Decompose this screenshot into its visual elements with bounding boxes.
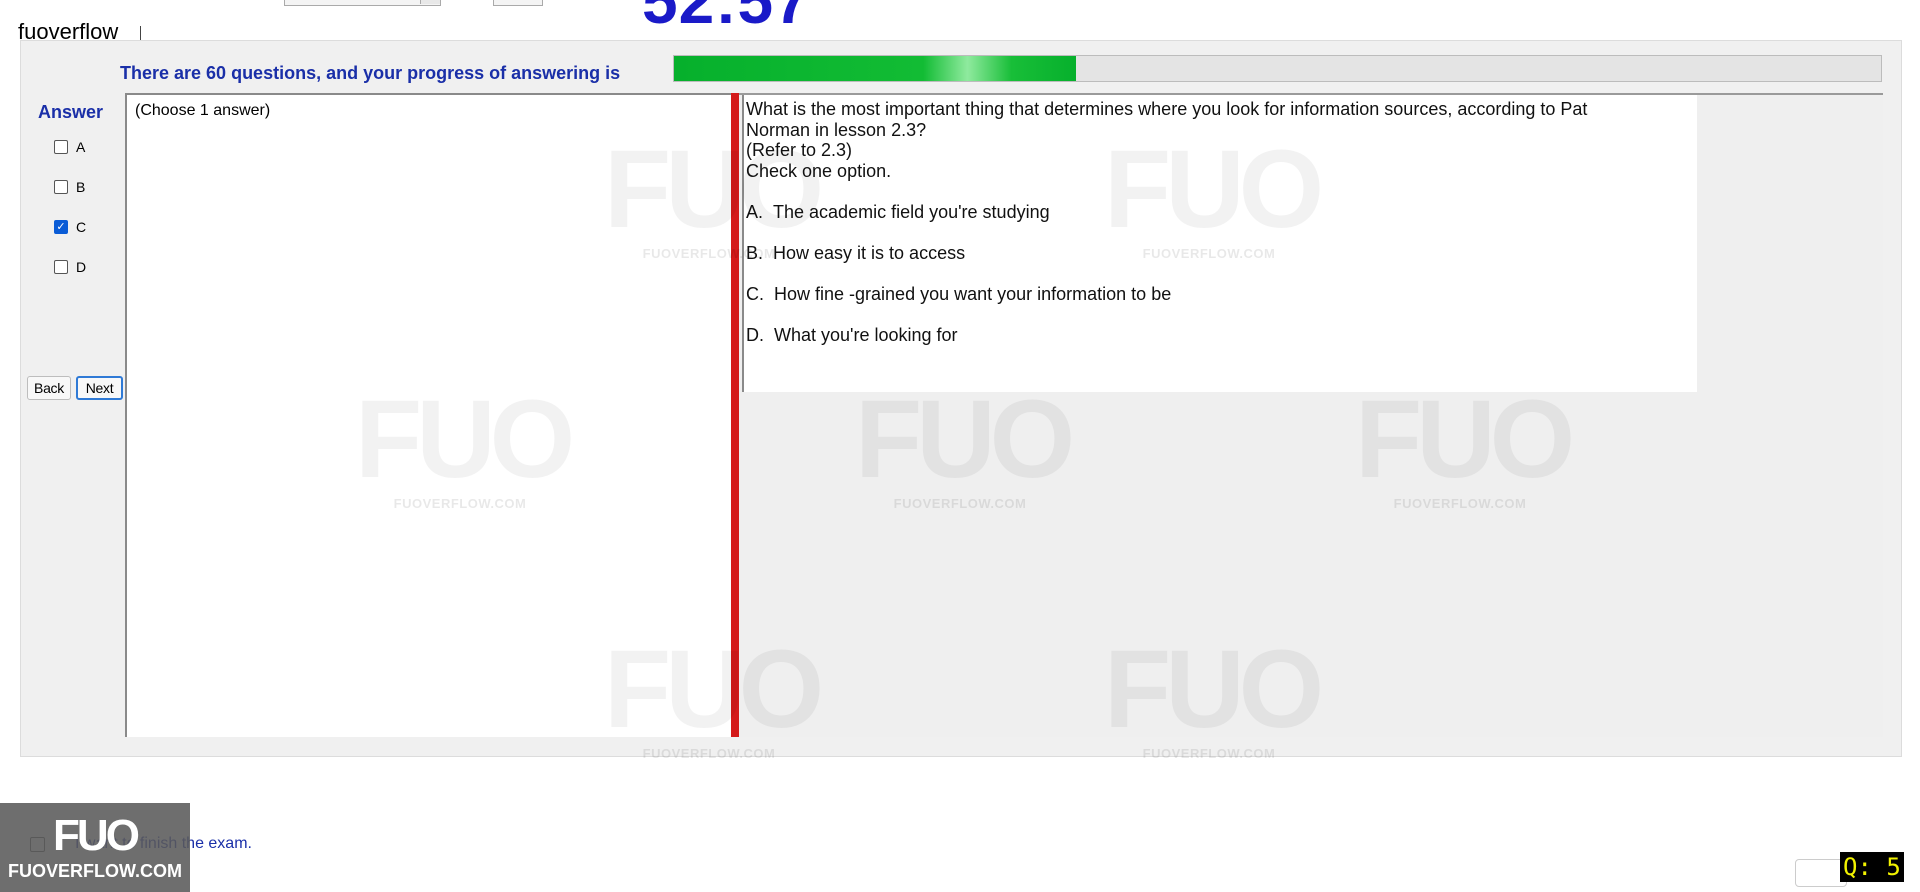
secondary-field[interactable]	[493, 0, 543, 6]
answer-option-label: B	[76, 179, 86, 195]
question-option-letter: A.	[746, 202, 764, 222]
watermark-logo: FUO	[1355, 378, 1575, 501]
answer-option-c[interactable]: ✓ C	[54, 219, 86, 235]
progress-label: There are 60 questions, and your progres…	[120, 63, 621, 83]
watermark: FUO FUOVERFLOW.COM	[855, 378, 1075, 512]
question-option-letter: C.	[746, 284, 764, 304]
question-line: Norman in lesson 2.3?	[746, 119, 927, 140]
answer-option-a[interactable]: A	[54, 139, 85, 155]
question-option-letter: D.	[746, 325, 764, 345]
question-line: What is the most important thing that de…	[746, 99, 1588, 119]
question-option-b: B. How easy it is to access	[746, 243, 965, 264]
watermark: FUO FUOVERFLOW.COM	[1104, 628, 1324, 762]
top-strip: 52:57	[0, 0, 1920, 40]
progress-bar	[673, 55, 1882, 82]
next-button[interactable]: Next	[76, 376, 123, 400]
answer-option-label: A	[76, 139, 86, 155]
watermark: FUO FUOVERFLOW.COM	[355, 378, 575, 512]
checkbox-icon[interactable]	[54, 260, 68, 274]
question-option-a: A. The academic field you're studying	[746, 202, 1050, 223]
checkbox-icon[interactable]	[54, 180, 68, 194]
exam-code-dropdown-button[interactable]	[420, 0, 440, 4]
back-button[interactable]: Back	[27, 376, 71, 400]
watermark-logo: FUO	[604, 628, 824, 751]
watermark: FUO FUOVERFLOW.COM	[1355, 378, 1575, 512]
question-text: What is the most important thing that de…	[746, 99, 1646, 181]
question-option-c: C. How fine -grained you want your inform…	[746, 284, 1171, 305]
exam-code-field[interactable]	[284, 0, 441, 6]
watermark-logo: FUO	[1104, 628, 1324, 751]
question-option-d: D. What you're looking for	[746, 325, 958, 346]
answer-option-label: C	[76, 219, 87, 235]
answer-option-d[interactable]: D	[54, 259, 86, 275]
question-line: (Refer to 2.3)	[746, 140, 853, 160]
answer-option-label: D	[76, 259, 87, 275]
question-option-text: How fine -grained you want your informat…	[774, 284, 1172, 304]
question-option-text: The academic field you're studying	[773, 202, 1050, 222]
choose-instruction: (Choose 1 answer)	[135, 102, 271, 119]
logo-mark: FUO	[53, 811, 140, 860]
fuoverflow-logo: FUO FUOVERFLOW.COM	[0, 803, 190, 892]
question-option-text: What you're looking for	[774, 325, 958, 345]
answer-option-b[interactable]: B	[54, 179, 85, 195]
logo-text: FUOVERFLOW.COM	[8, 861, 182, 881]
answer-title: Answer	[38, 102, 104, 122]
watermark-logo: FUO	[355, 378, 575, 501]
progress-bar-fill	[674, 56, 1076, 81]
question-option-text: How easy it is to access	[773, 243, 966, 263]
checkbox-icon[interactable]	[54, 140, 68, 154]
checkbox-checked-icon[interactable]: ✓	[54, 220, 68, 234]
question-line: Check one option.	[746, 160, 892, 181]
watermark: FUO FUOVERFLOW.COM	[604, 628, 824, 762]
question-option-letter: B.	[746, 243, 764, 263]
countdown-timer: 52:57	[642, 0, 811, 37]
watermark-logo: FUO	[855, 378, 1075, 501]
question-counter: Q: 5	[1840, 852, 1904, 882]
